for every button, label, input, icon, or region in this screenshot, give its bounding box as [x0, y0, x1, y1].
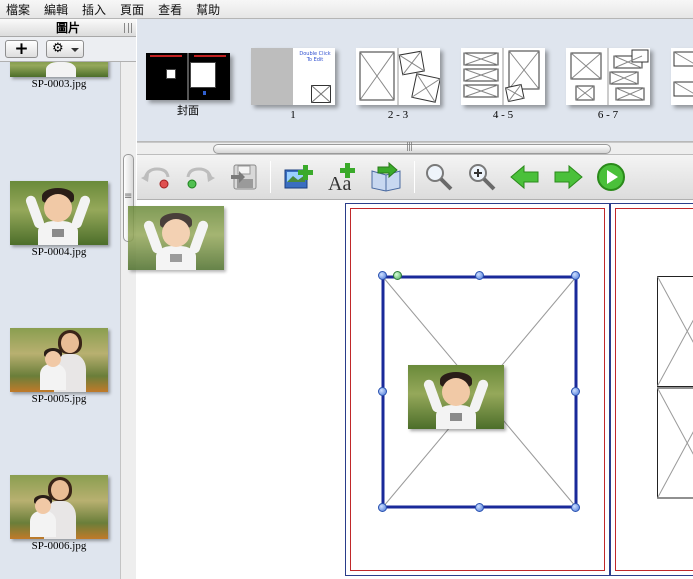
next-page-button[interactable]	[551, 161, 585, 193]
scrollbar-thumb[interactable]	[213, 142, 611, 154]
main-toolbar: Aa	[137, 155, 693, 200]
resize-handle-bottom-left[interactable]	[378, 503, 387, 512]
photo-thumbnail[interactable]	[10, 181, 108, 245]
photo-library-panel: 圖片 + ⚙ SP-0003.jpg SP-0004.jpg SP-0005.j…	[0, 19, 136, 579]
menu-insert[interactable]: 插入	[82, 1, 106, 18]
photo-options-button[interactable]: ⚙	[46, 40, 84, 58]
photo-thumbnail[interactable]	[10, 62, 108, 77]
toolbar-separator	[270, 161, 271, 193]
photo-thumbnail[interactable]	[10, 475, 108, 539]
menu-page[interactable]: 頁面	[120, 1, 144, 18]
list-item[interactable]: SP-0005.jpg	[10, 328, 108, 405]
add-photo-icon	[284, 165, 313, 189]
gear-icon: ⚙	[52, 41, 64, 56]
toolbar-separator	[414, 161, 415, 193]
placed-photo[interactable]	[408, 365, 504, 429]
play-preview-icon	[597, 163, 625, 191]
save-button[interactable]	[227, 161, 261, 193]
save-icon	[231, 164, 257, 190]
resize-handle-top-right[interactable]	[571, 271, 580, 280]
previous-page-button[interactable]	[508, 161, 542, 193]
panel-title: 圖片	[55, 21, 80, 35]
redo-icon	[186, 167, 215, 189]
page-right[interactable]	[610, 203, 693, 576]
resize-handle-right[interactable]	[571, 387, 580, 396]
panel-toolbar: + ⚙	[0, 37, 136, 62]
cover-text: Double Click To Edit	[299, 51, 331, 63]
previous-page-arrow-icon	[510, 164, 539, 190]
zoom-out-icon	[426, 164, 453, 191]
menu-file[interactable]: 檔案	[6, 1, 30, 18]
zoom-in-button[interactable]	[465, 161, 499, 193]
menu-bar: 檔案 編輯 插入 頁面 查看 幫助	[0, 0, 693, 19]
photo-filename: SP-0006.jpg	[31, 540, 87, 552]
photo-filename: SP-0003.jpg	[31, 78, 87, 90]
add-photo-button[interactable]	[283, 161, 317, 193]
list-item[interactable]: SP-0004.jpg	[10, 181, 108, 258]
resize-handle-left[interactable]	[378, 387, 387, 396]
list-item[interactable]: SP-0003.jpg	[10, 62, 108, 90]
page-label: 6 - 7	[597, 109, 619, 121]
page-label: 4 - 5	[492, 109, 514, 121]
undo-icon	[141, 167, 170, 189]
resize-handle-bottom[interactable]	[475, 503, 484, 512]
list-item[interactable]: SP-0006.jpg	[10, 475, 108, 552]
photo-thumbnail[interactable]	[10, 328, 108, 392]
add-text-icon: Aa	[328, 163, 355, 195]
page-label: 1	[290, 109, 296, 121]
photo-list: SP-0003.jpg SP-0004.jpg SP-0005.jpg SP-0…	[0, 62, 120, 579]
redo-button[interactable]	[183, 161, 217, 193]
menu-view[interactable]: 查看	[158, 1, 182, 18]
resize-handle-bottom-right[interactable]	[571, 503, 580, 512]
zoom-in-icon	[469, 164, 496, 191]
page-label: 封面	[177, 105, 199, 117]
resize-handle-top[interactable]	[475, 271, 484, 280]
add-page-icon	[371, 161, 401, 192]
panel-header: 圖片	[0, 19, 136, 37]
menu-edit[interactable]: 編輯	[44, 1, 68, 18]
undo-button[interactable]	[139, 161, 173, 193]
photo-list-scrollbar[interactable]	[120, 62, 136, 579]
photo-filename: SP-0005.jpg	[31, 393, 87, 405]
zoom-out-button[interactable]	[422, 161, 456, 193]
dragged-photo[interactable]	[128, 206, 224, 270]
preview-button[interactable]	[594, 161, 628, 193]
page-label: 2 - 3	[387, 109, 409, 121]
photo-frame-placeholder	[657, 276, 693, 499]
panel-grip-icon[interactable]	[124, 23, 132, 33]
rotate-handle[interactable]	[393, 271, 402, 280]
resize-handle-top-left[interactable]	[378, 271, 387, 280]
photo-filename: SP-0004.jpg	[31, 246, 87, 258]
next-page-arrow-icon	[554, 164, 583, 190]
chevron-down-icon	[71, 48, 79, 52]
page-strip-scrollbar[interactable]	[137, 142, 693, 155]
add-text-button[interactable]: Aa	[326, 161, 360, 195]
menu-help[interactable]: 幫助	[196, 1, 220, 18]
add-photo-button[interactable]: +	[5, 40, 38, 58]
page-thumbnail-strip: 封面 Double Click To Edit 1 2 - 3 4 - 5 6 …	[137, 19, 693, 142]
add-page-button[interactable]	[369, 161, 403, 193]
